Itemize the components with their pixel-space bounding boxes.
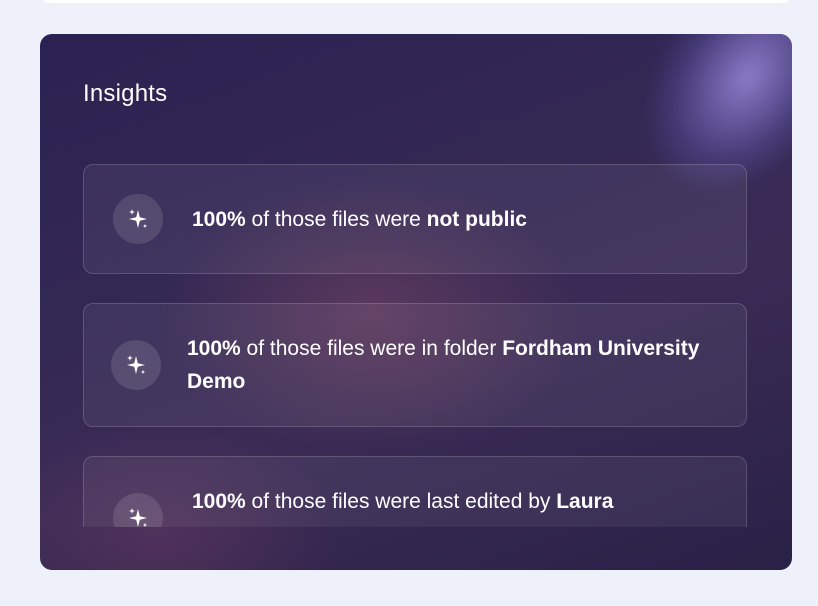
insights-title: Insights <box>83 80 168 107</box>
insight-card: 100% of those files were in folder Fordh… <box>83 303 747 427</box>
insight-description: of those files were in folder <box>240 337 503 360</box>
insight-percent: 100% <box>192 490 246 513</box>
sparkles-icon <box>111 340 161 390</box>
insight-percent: 100% <box>192 208 246 231</box>
insight-percent: 100% <box>187 337 241 360</box>
insights-list[interactable]: 100% of those files were not public 100%… <box>83 164 749 527</box>
insight-card: 100% of those files were not public <box>83 164 747 274</box>
insight-highlight: not public <box>426 208 527 231</box>
insight-card: 100% of those files were last edited by … <box>83 456 747 527</box>
insight-description: of those files were <box>245 208 427 231</box>
insight-text: 100% of those files were not public <box>192 203 712 236</box>
previous-card <box>40 0 792 3</box>
sparkles-icon <box>113 493 163 527</box>
insight-description: of those files were last edited by <box>245 490 557 513</box>
insight-text: 100% of those files were in folder Fordh… <box>187 332 707 398</box>
insights-panel: Insights 100% of those files were not pu… <box>40 34 792 570</box>
insight-highlight: Laura <box>556 490 614 513</box>
sparkles-icon <box>113 194 163 244</box>
insight-text: 100% of those files were last edited by … <box>192 485 712 518</box>
